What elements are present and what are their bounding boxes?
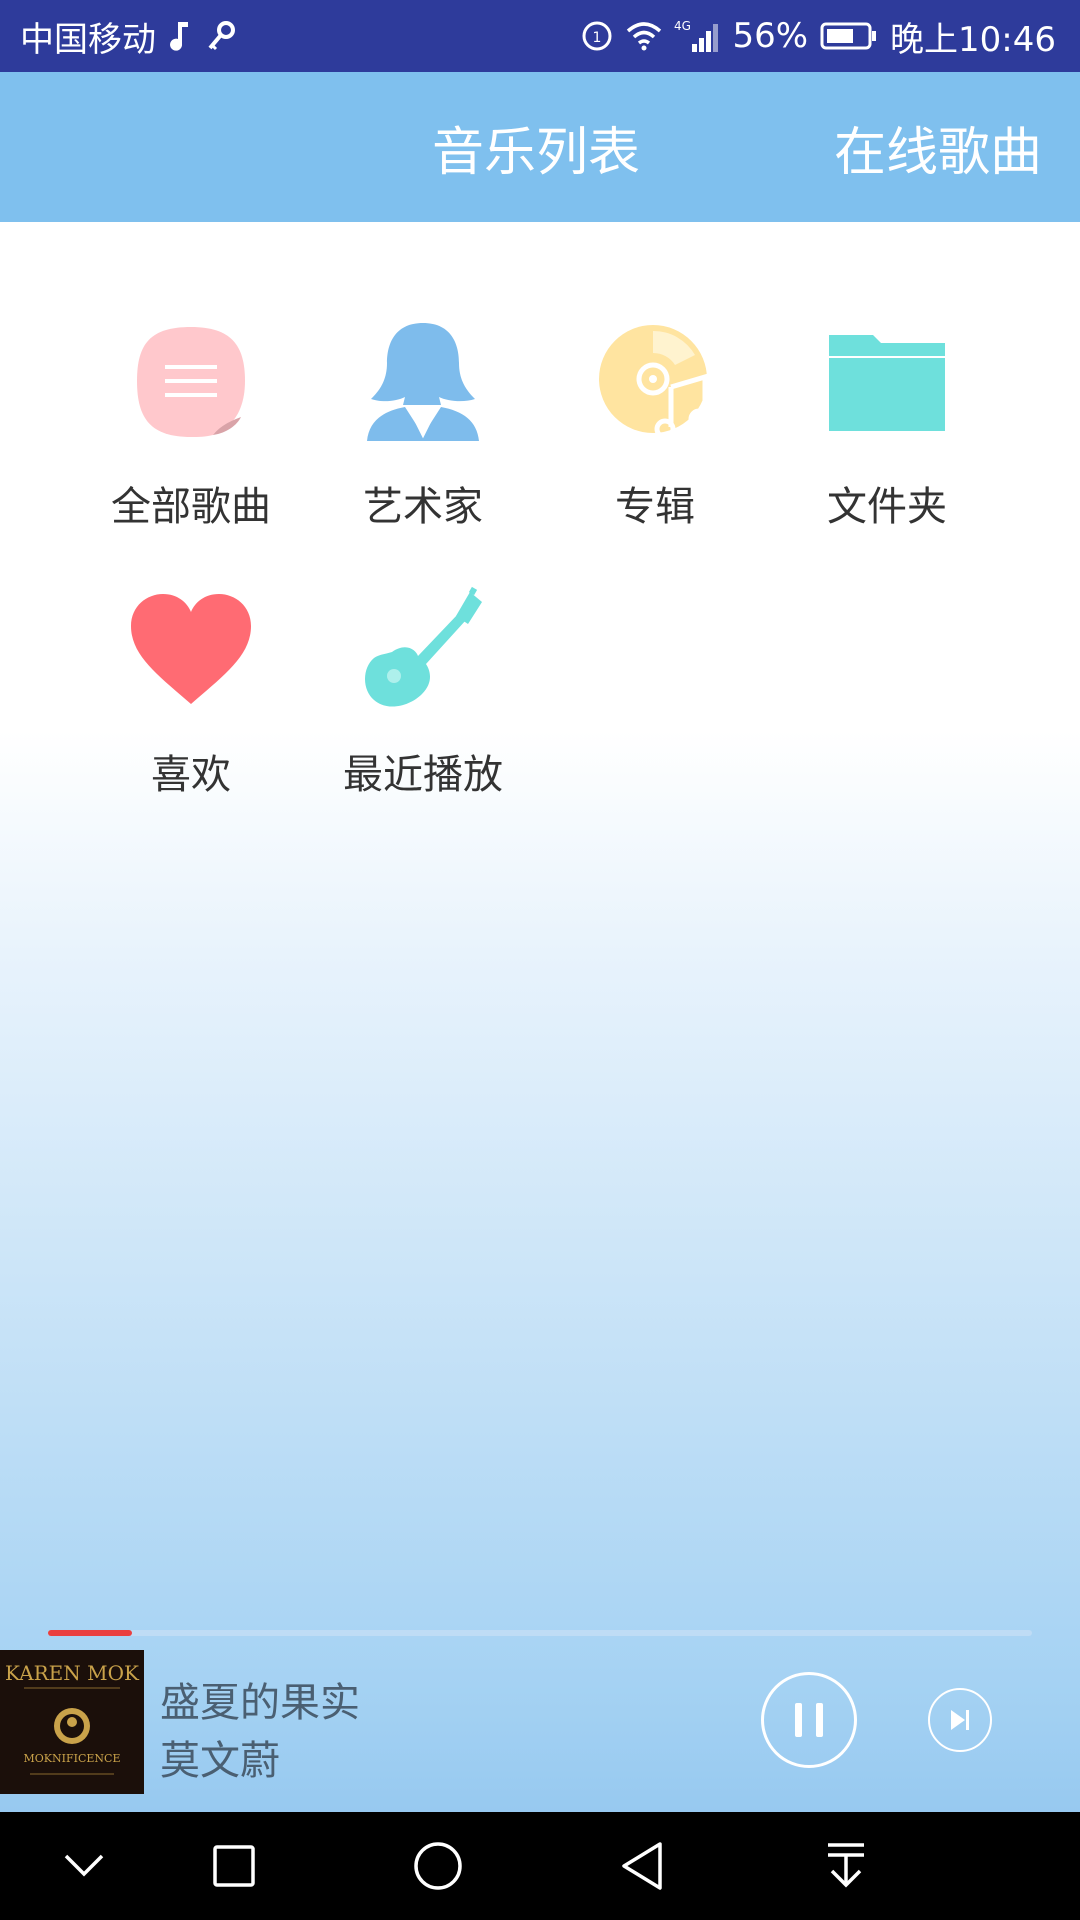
square-icon <box>213 1845 255 1887</box>
wifi-icon <box>626 21 662 51</box>
recents-button[interactable] <box>184 1812 284 1920</box>
battery-percent: 56% <box>732 16 809 56</box>
category-album[interactable]: 专辑 <box>539 316 771 546</box>
category-recent[interactable]: 最近播放 <box>307 584 539 814</box>
status-bar-right: 1 4G 56% 晚上10:46 <box>580 0 1056 72</box>
category-label: 艺术家 <box>363 484 483 530</box>
category-folder[interactable]: 文件夹 <box>771 316 1003 546</box>
circle-home-icon <box>414 1842 462 1890</box>
back-triangle-icon <box>622 1842 662 1890</box>
hide-nav-button[interactable] <box>34 1812 134 1920</box>
album-icon <box>590 316 720 446</box>
data-saver-icon: 1 <box>580 19 614 53</box>
playback-progress-fill <box>48 1630 132 1636</box>
music-note-icon <box>170 20 192 52</box>
battery-icon <box>820 21 878 51</box>
clock: 晚上10:46 <box>890 19 1056 60</box>
carrier-name: 中国移动 <box>20 19 156 60</box>
category-label: 最近播放 <box>343 752 503 798</box>
category-label: 全部歌曲 <box>111 484 271 530</box>
guitar-icon <box>358 584 488 714</box>
category-all-songs[interactable]: 全部歌曲 <box>75 316 307 546</box>
playback-progress-bar[interactable] <box>48 1630 1032 1636</box>
download-arrow-icon <box>828 1843 864 1888</box>
pause-button[interactable] <box>761 1672 857 1768</box>
network-type: 4G <box>674 19 691 33</box>
song-artist: 莫文蔚 <box>160 1738 280 1784</box>
tab-online-songs[interactable]: 在线歌曲 <box>834 72 1042 222</box>
album-art[interactable]: KAREN MOK MOKNIFICENCE <box>0 1650 144 1794</box>
category-label: 喜欢 <box>151 752 231 798</box>
main-content: 全部歌曲 艺术家 专辑 文件夹 喜欢 最近播放 <box>0 222 1080 1812</box>
status-bar: 中国移动 1 4G 56% 晚上10:46 <box>0 0 1080 72</box>
category-label: 专辑 <box>615 484 695 530</box>
back-button[interactable] <box>592 1812 692 1920</box>
home-button[interactable] <box>388 1812 488 1920</box>
status-bar-left: 中国移动 <box>20 0 236 72</box>
skip-next-icon <box>951 1710 969 1730</box>
artist-icon <box>358 316 488 446</box>
heart-icon <box>126 584 256 714</box>
signal-icon: 4G <box>674 18 720 54</box>
album-art-name: KAREN MOK <box>5 1661 140 1685</box>
song-title: 盛夏的果实 <box>160 1680 360 1726</box>
folder-icon <box>822 316 952 446</box>
category-favorites[interactable]: 喜欢 <box>75 584 307 814</box>
chevron-down-icon <box>64 1854 104 1877</box>
pause-icon <box>795 1703 823 1737</box>
album-art-subtitle: MOKNIFICENCE <box>24 1752 121 1765</box>
all-songs-icon <box>126 316 256 446</box>
next-track-button[interactable] <box>928 1688 992 1752</box>
system-nav-bar <box>0 1812 1080 1920</box>
notification-pull-button[interactable] <box>796 1812 896 1920</box>
category-artist[interactable]: 艺术家 <box>307 316 539 546</box>
svg-text:1: 1 <box>593 30 602 46</box>
key-icon <box>206 20 236 52</box>
tab-music-list[interactable]: 音乐列表 <box>432 72 640 222</box>
category-label: 文件夹 <box>827 484 947 530</box>
mini-player[interactable]: KAREN MOK MOKNIFICENCE 盛夏的果实 莫文蔚 <box>0 1650 1080 1812</box>
app-header: 音乐列表 在线歌曲 <box>0 72 1080 222</box>
